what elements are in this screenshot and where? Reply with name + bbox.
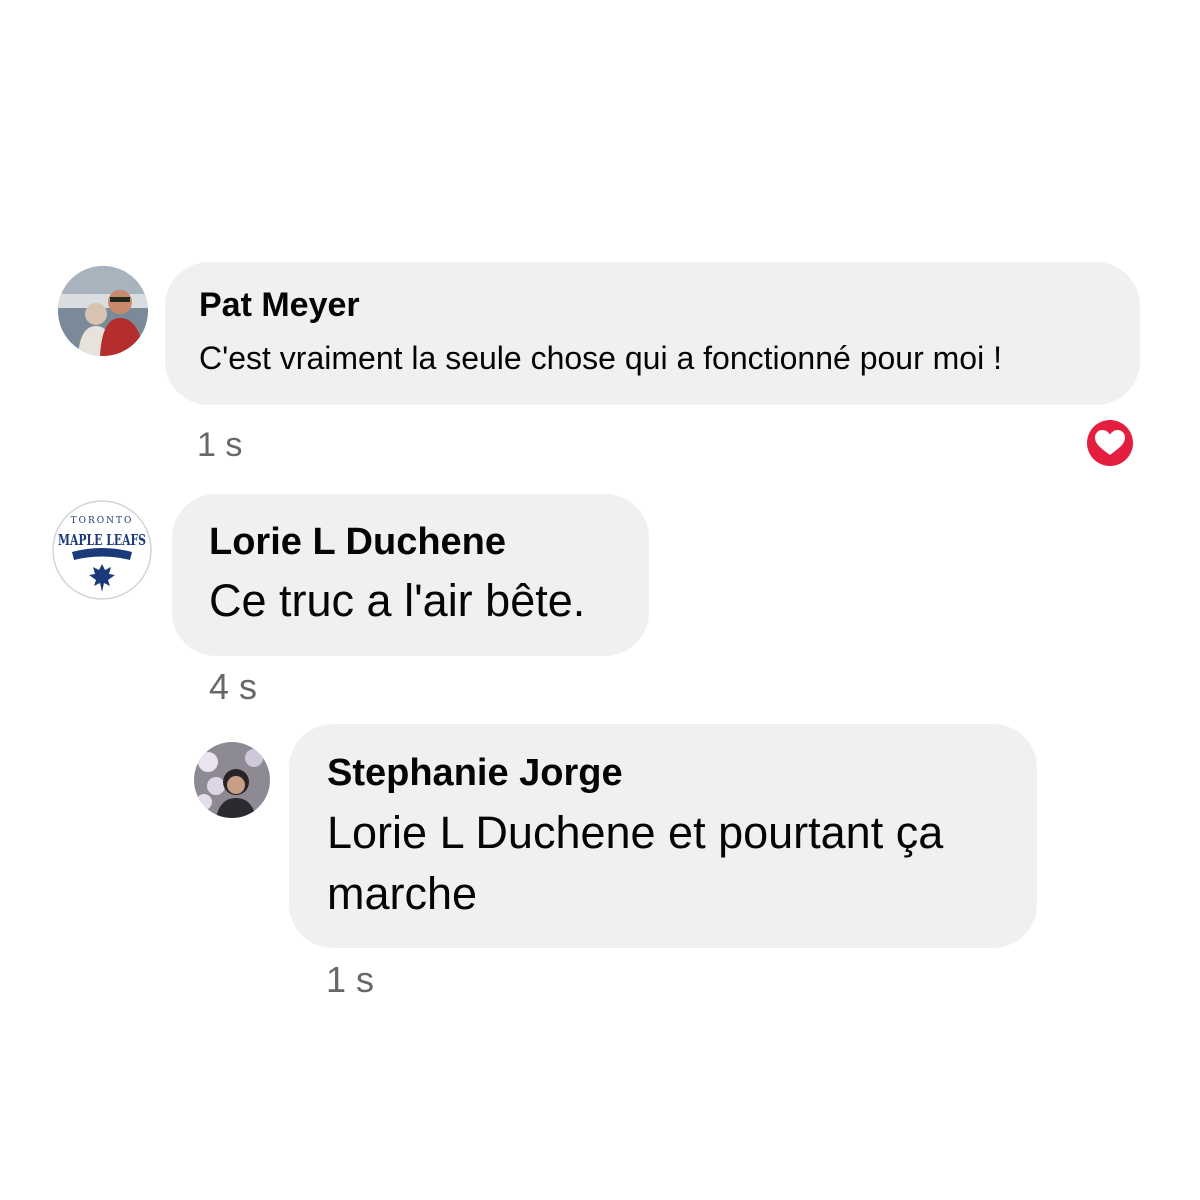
comment-bubble[interactable]: Pat Meyer C'est vraiment la seule chose … (165, 262, 1140, 405)
logo-main-text: MAPLE LEAFS (58, 531, 146, 549)
comment-text: Ce truc a l'air bête. (209, 575, 586, 626)
comment-thread: Pat Meyer C'est vraiment la seule chose … (0, 0, 1200, 1200)
comment-author[interactable]: Lorie L Duchene (209, 518, 649, 566)
avatar-pat-meyer[interactable] (58, 266, 148, 356)
comment-text: Lorie L Duchene et pourtant ça marche (327, 807, 956, 919)
avatar-stephanie-jorge[interactable] (194, 742, 270, 818)
logo-top-text: TORONTO (71, 516, 134, 526)
avatar-lorie-l-duchene[interactable]: TORONTO MAPLE LEAFS (52, 500, 152, 600)
comment-timestamp[interactable]: 1 s (326, 959, 374, 1001)
comment-author[interactable]: Stephanie Jorge (327, 748, 1007, 798)
comment-text: C'est vraiment la seule chose qui a fonc… (199, 340, 1002, 376)
heart-reaction-icon[interactable] (1083, 416, 1137, 470)
comment-author[interactable]: Pat Meyer (199, 284, 1140, 326)
comment-timestamp[interactable]: 1 s (197, 426, 242, 465)
comment-bubble[interactable]: Lorie L Duchene Ce truc a l'air bête. (172, 494, 649, 656)
reply-bubble[interactable]: Stephanie Jorge Lorie L Duchene et pourt… (289, 724, 1037, 948)
comment-timestamp[interactable]: 4 s (209, 666, 257, 708)
